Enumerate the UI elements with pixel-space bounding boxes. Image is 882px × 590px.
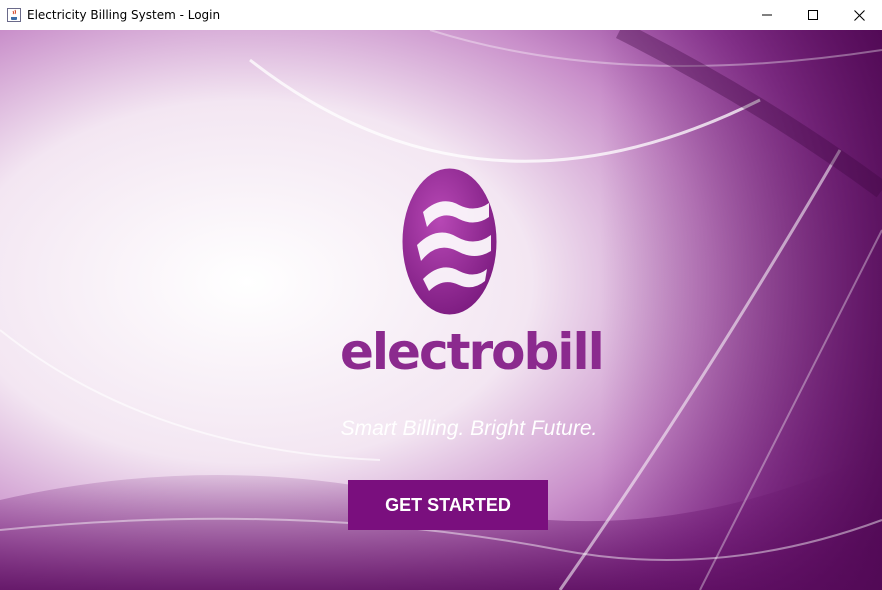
minimize-button[interactable] [744,0,790,30]
title-bar[interactable]: Electricity Billing System - Login [0,0,882,30]
minimize-icon [762,14,772,16]
maximize-button[interactable] [790,0,836,30]
tagline: Smart Billing. Bright Future. [340,417,598,440]
maximize-icon [808,10,818,20]
brand-wordmark: electrobill [340,323,605,381]
login-window: Electricity Billing System - Login elect… [0,0,882,590]
splash-content: electrobill Smart Billing. Bright Future… [0,30,882,590]
get-started-button[interactable]: GET STARTED [348,480,548,530]
close-button[interactable] [836,0,882,30]
window-controls [744,0,882,30]
wave-logo-icon [402,168,497,315]
java-app-icon [7,8,21,22]
window-title: Electricity Billing System - Login [27,8,221,22]
close-icon [853,9,865,21]
